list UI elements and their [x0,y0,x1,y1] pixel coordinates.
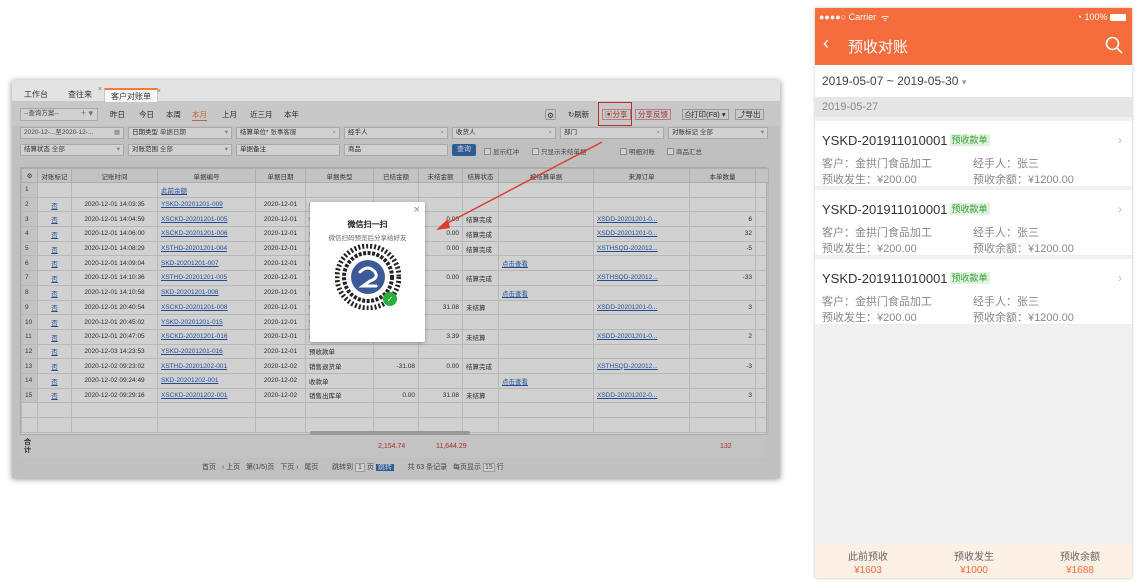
summary-occurred: 预收发生 ¥1000 [921,548,1027,576]
date-range-filter[interactable]: 2019-05-07 ~ 2019-05-30 ▾ [815,65,1132,97]
card-balance: 预收余额：¥1200.00 [973,243,1074,255]
receipt-card[interactable]: YSKD-201911010001 预收款单 › 客户：金拱门食品加工 经手人：张三 预收… [815,259,1132,325]
mobile-screen: ●●●●○ Carrier ᯤ ◔ 100% ‹ 预收对账 2019-05-07… [815,8,1132,578]
card-id: YSKD-201911010001 [822,202,948,217]
card-handler: 经手人：张三 [973,227,1039,239]
close-icon[interactable]: × [414,204,420,216]
mobile-summary-footer: 此前预收 ¥1603 预收发生 ¥1000 预收余额 ¥1688 [815,544,1132,578]
svg-text:✓: ✓ [387,295,394,304]
summary-label: 预收余额 [1060,552,1100,563]
card-balance: 预收余额：¥1200.00 [973,174,1074,186]
qr-modal-subtitle: 微信扫码预览后分享给好友 [328,235,407,242]
tab-customer-statement[interactable]: 客户对账单 × [104,85,161,102]
card-tag: 预收款单 [949,203,990,215]
card-customer: 客户：金拱门食品加工 [822,158,932,170]
battery-icon [1110,14,1126,21]
card-id: YSKD-201911010001 [822,133,948,148]
tab-dealings[interactable]: 查往来 × [62,86,102,102]
card-id: YSKD-201911010001 [822,271,948,286]
close-icon[interactable]: × [157,85,161,99]
summary-label: 此前预收 [848,552,888,563]
date-start: 2019-05-07 [822,74,884,88]
card-balance: 预收余额：¥1200.00 [973,312,1074,324]
card-occurred: 预收发生：¥200.00 [822,312,917,324]
alarm-icon: ◔ [1076,12,1082,22]
tab-label: 客户对账单 [111,92,151,101]
tab-label: 查往来 [68,90,92,99]
receipt-card[interactable]: YSKD-201911010001 预收款单 › 客户：金拱门食品加工 经手人：张三 预收… [815,121,1132,187]
card-title: YSKD-201911010001 预收款单 [822,202,990,217]
tab-bar: 工作台 查往来 × 客户对账单 × [12,80,780,102]
carrier-label: ●●●●○ Carrier [819,12,877,22]
mobile-header: ●●●●○ Carrier ᯤ ◔ 100% ‹ 预收对账 [815,8,1132,65]
section-date: 2019-05-27 [815,97,1132,117]
search-icon[interactable] [1105,36,1123,54]
summary-balance: 预收余额 ¥1688 [1027,548,1133,576]
summary-label: 预收发生 [954,552,994,563]
card-occurred: 预收发生：¥200.00 [822,174,917,186]
tab-workbench[interactable]: 工作台 [18,88,54,102]
summary-value: ¥1603 [854,565,882,576]
card-title: YSKD-201911010001 预收款单 [822,271,990,286]
close-icon[interactable]: × [98,83,102,97]
tab-label: 工作台 [24,90,48,99]
summary-value: ¥1688 [1066,565,1094,576]
qr-modal-title: 微信扫一扫 [347,220,388,229]
battery-indicator: ◔ 100% [1076,12,1126,22]
card-tag: 预收款单 [949,272,990,284]
card-title: YSKD-201911010001 预收款单 [822,133,990,148]
summary-prior: 此前预收 ¥1603 [815,548,921,576]
mini-program-qr-code: ✓ [335,244,401,310]
nav-title: 预收对账 [848,39,909,56]
qr-share-modal: × 微信扫一扫 微信扫码预览后分享给好友 ✓ [310,202,425,342]
date-end: 2019-05-30 [897,74,959,88]
wifi-icon: ᯤ [881,13,890,23]
chevron-right-icon: › [1118,202,1122,216]
date-range-text: 2019-05-07 ~ 2019-05-30 ▾ [822,74,966,88]
receipt-card[interactable]: YSKD-201911010001 预收款单 › 客户：金拱门食品加工 经手人：张三 预收… [815,190,1132,256]
card-customer: 客户：金拱门食品加工 [822,296,932,308]
date-separator: ~ [886,74,894,88]
card-handler: 经手人：张三 [973,296,1039,308]
card-customer: 客户：金拱门食品加工 [822,227,932,239]
back-icon[interactable]: ‹ [823,34,829,52]
annotation-arrow [436,141,603,230]
chevron-right-icon: › [1118,271,1122,285]
chevron-down-icon: ▾ [961,77,967,87]
card-tag: 预收款单 [949,134,990,146]
chevron-right-icon: › [1118,133,1122,147]
summary-value: ¥1000 [960,565,988,576]
card-handler: 经手人：张三 [973,158,1039,170]
card-occurred: 预收发生：¥200.00 [822,243,917,255]
battery-label: 100% [1084,12,1108,22]
desktop-window: 工作台 查往来 × 客户对账单 × --查询方案-- + ▾ 昨日 今日 本周 本月 … [12,80,780,478]
